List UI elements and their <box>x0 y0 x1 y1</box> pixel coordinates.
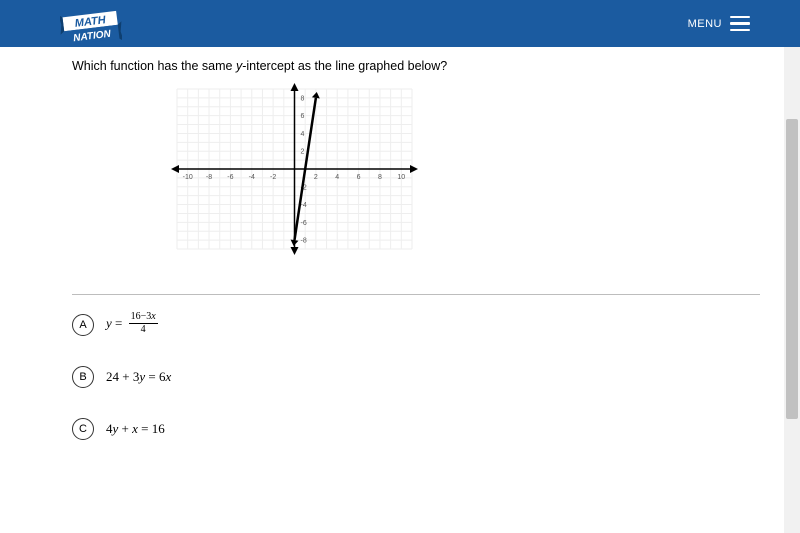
choice-letter: B <box>72 366 94 388</box>
graph: -10-8-6-4-2246810-8-6-4-22468 <box>157 81 432 266</box>
answer-choices: A y = 16−3x4 B 24 + 3y = 6x C 4y + x = 1… <box>72 313 760 440</box>
svg-text:4: 4 <box>335 174 339 181</box>
svg-text:10: 10 <box>397 174 405 181</box>
svg-text:-6: -6 <box>301 220 307 227</box>
svg-text:8: 8 <box>378 174 382 181</box>
divider <box>72 294 760 295</box>
svg-text:-2: -2 <box>270 174 276 181</box>
brand-logo: MATH NATION <box>60 8 122 48</box>
scrollbar[interactable] <box>784 47 800 533</box>
svg-text:8: 8 <box>301 95 305 102</box>
choice-expression: y = 16−3x4 <box>106 313 158 336</box>
svg-text:6: 6 <box>301 113 305 120</box>
choice-b[interactable]: B 24 + 3y = 6x <box>72 366 760 388</box>
content-area: Which function has the same y-intercept … <box>0 47 800 533</box>
choice-letter: A <box>72 314 94 336</box>
choice-expression: 24 + 3y = 6x <box>106 369 171 385</box>
choice-c[interactable]: C 4y + x = 16 <box>72 418 760 440</box>
hamburger-icon <box>730 16 750 32</box>
question-text: Which function has the same y-intercept … <box>72 59 760 73</box>
svg-text:2: 2 <box>314 174 318 181</box>
svg-text:-8: -8 <box>301 238 307 245</box>
svg-text:4: 4 <box>301 131 305 138</box>
svg-text:6: 6 <box>357 174 361 181</box>
choice-expression: 4y + x = 16 <box>106 421 165 437</box>
svg-text:-4: -4 <box>249 174 255 181</box>
choice-a[interactable]: A y = 16−3x4 <box>72 313 760 336</box>
svg-text:-4: -4 <box>301 202 307 209</box>
app-header: MATH NATION MENU <box>0 0 800 47</box>
svg-text:-10: -10 <box>183 174 193 181</box>
scrollbar-thumb[interactable] <box>786 119 798 419</box>
svg-text:2: 2 <box>301 149 305 156</box>
choice-letter: C <box>72 418 94 440</box>
menu-button[interactable]: MENU <box>688 16 750 32</box>
svg-text:-8: -8 <box>206 174 212 181</box>
menu-label: MENU <box>688 18 722 30</box>
svg-text:-6: -6 <box>227 174 233 181</box>
